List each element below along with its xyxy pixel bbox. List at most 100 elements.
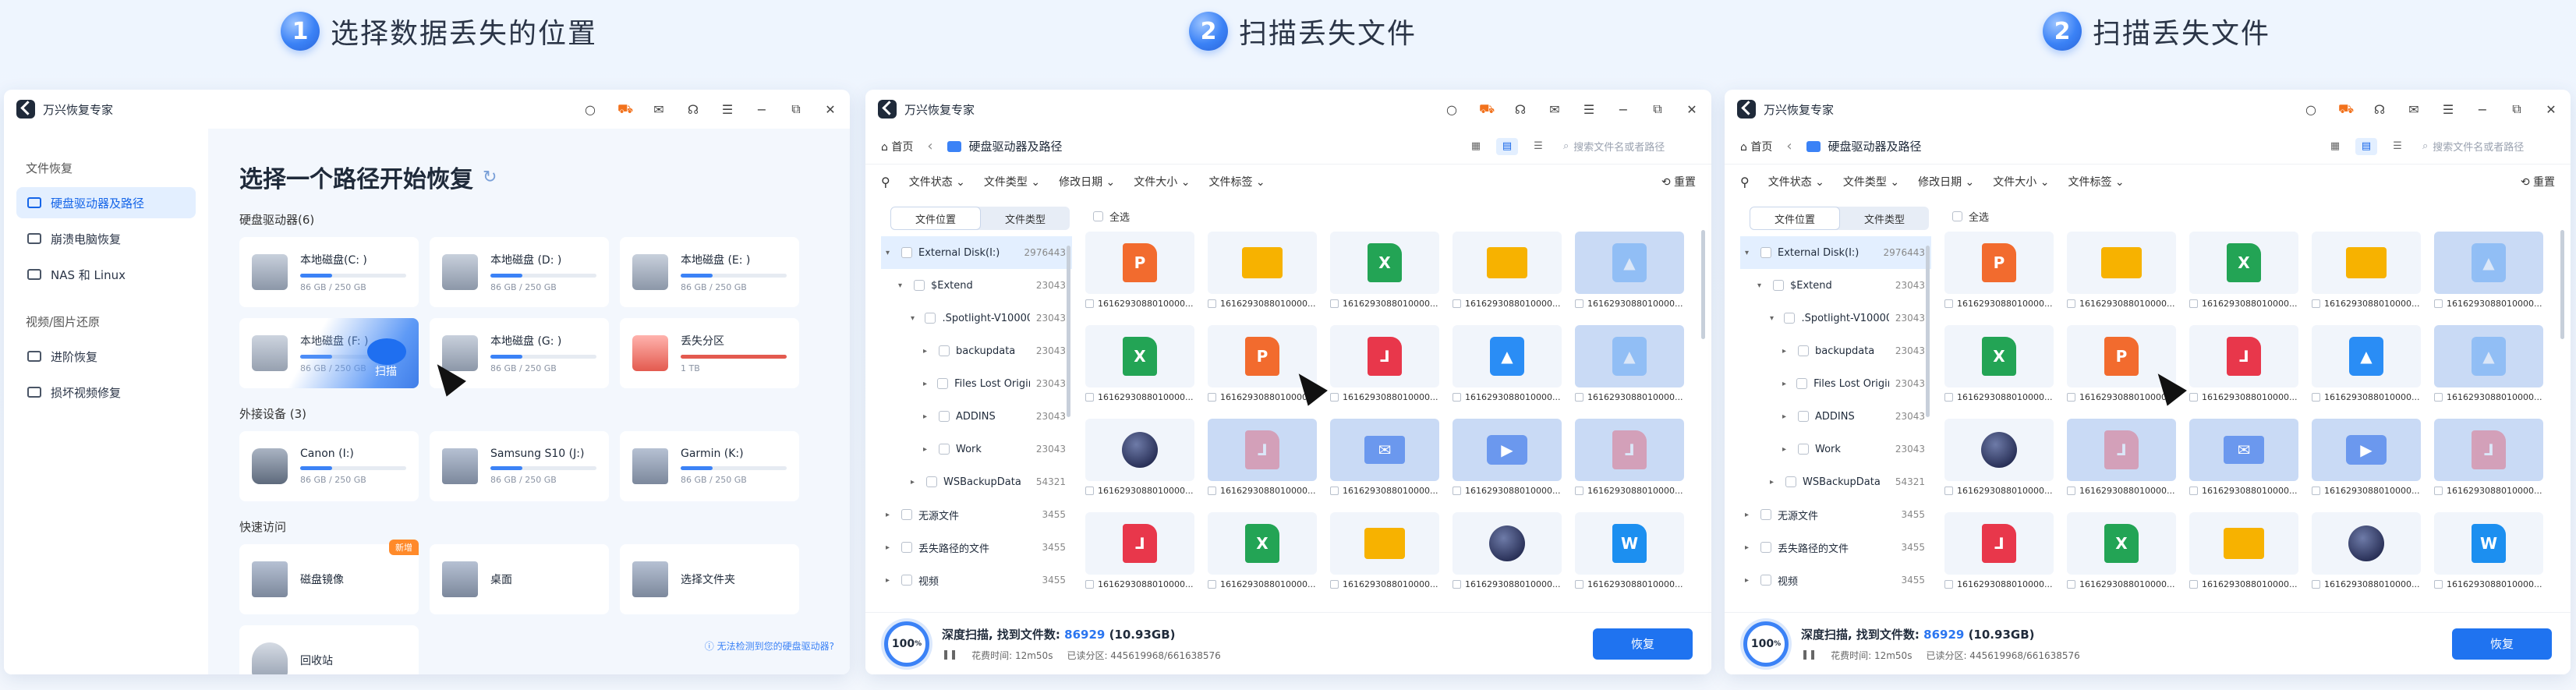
checkbox[interactable] (1796, 378, 1808, 389)
file-item[interactable]: P 1616293088010000... (1208, 325, 1317, 412)
checkbox[interactable] (1208, 393, 1216, 402)
file-item[interactable]: ▲ 1616293088010000... (1575, 232, 1684, 319)
tree-row[interactable]: ▾ $Extend 23043 (881, 269, 1072, 302)
file-item[interactable]: ✉ 1616293088010000... (2189, 419, 2298, 506)
tree-row[interactable]: ▸ 丢失路径的文件 3455 (881, 531, 1072, 564)
checkbox[interactable] (925, 313, 936, 324)
file-item[interactable]: ⅃ 1616293088010000... (1085, 512, 1194, 600)
checkbox[interactable] (1760, 247, 1771, 258)
tree-row[interactable]: ▸ ADDINS 23043 (881, 400, 1072, 433)
checkbox[interactable] (2189, 299, 2198, 308)
restore-icon[interactable]: ⧉ (789, 101, 803, 117)
checkbox[interactable] (1773, 280, 1784, 291)
file-item[interactable]: W 1616293088010000... (2434, 512, 2543, 600)
file-scrollbar[interactable] (2560, 230, 2564, 339)
checkbox[interactable] (1208, 487, 1216, 495)
home-button[interactable]: ⌂ 首页 (881, 139, 913, 154)
checkbox[interactable] (2189, 580, 2198, 589)
checkbox[interactable] (901, 509, 912, 520)
notification-icon[interactable]: ○ (583, 102, 597, 117)
recover-button[interactable]: 恢复 (1593, 628, 1693, 660)
file-thumbnail[interactable]: ⅃ (1085, 512, 1194, 575)
checkbox[interactable] (2434, 580, 2443, 589)
mail-icon[interactable]: ✉ (2407, 102, 2421, 117)
tab-file-type[interactable]: 文件类型 (981, 207, 1070, 230)
expand-icon[interactable]: ▸ (1745, 543, 1754, 552)
file-item[interactable]: ▲ 1616293088010000... (2434, 325, 2543, 412)
mail-icon[interactable]: ✉ (652, 102, 666, 117)
menu-icon[interactable]: ☰ (720, 102, 734, 117)
checkbox[interactable] (1085, 393, 1094, 402)
tree-row[interactable]: ▸ Files Lost Origin... 23043 (881, 367, 1072, 400)
close-icon[interactable]: ✕ (2544, 102, 2558, 117)
checkbox[interactable] (1944, 299, 1953, 308)
file-thumbnail[interactable]: ▲ (2312, 325, 2421, 387)
tree-scrollbar[interactable] (1067, 246, 1070, 417)
expand-icon[interactable]: ▸ (911, 478, 920, 487)
checkbox[interactable] (939, 444, 950, 455)
select-all-checkbox[interactable]: 全选 (1952, 207, 2564, 225)
file-item[interactable]: ▲ 1616293088010000... (1575, 325, 1684, 412)
checkbox[interactable] (2312, 299, 2320, 308)
minimize-icon[interactable]: − (1616, 102, 1630, 117)
drive-card[interactable]: 本地磁盘 (F: )86 GB / 250 GB扫描 (239, 318, 419, 388)
tree-scrollbar[interactable] (1926, 246, 1930, 417)
tree-row[interactable]: ▸ backupdata 23043 (1740, 334, 1931, 367)
checkbox[interactable] (2067, 487, 2075, 495)
file-item[interactable]: 1616293088010000... (1085, 419, 1194, 506)
file-item[interactable]: 1616293088010000... (2067, 232, 2176, 319)
checkbox[interactable] (1453, 299, 1461, 308)
expand-icon[interactable]: ▸ (923, 347, 932, 356)
file-item[interactable]: P 1616293088010000... (2067, 325, 2176, 412)
file-thumbnail[interactable]: ✉ (1330, 419, 1439, 481)
file-thumbnail[interactable]: ▲ (1453, 325, 1562, 387)
checkbox[interactable] (926, 476, 937, 487)
file-thumbnail[interactable] (2312, 512, 2421, 575)
file-item[interactable]: ⅃ 1616293088010000... (1208, 419, 1317, 506)
file-thumbnail[interactable]: ⅃ (1330, 325, 1439, 387)
file-item[interactable]: X 1616293088010000... (1208, 512, 1317, 600)
quick-card[interactable]: 磁盘镜像 新增 (239, 540, 419, 614)
tree-row[interactable]: ▸ 无源文件 3455 (1740, 498, 1931, 531)
file-item[interactable]: ⅃ 1616293088010000... (1944, 512, 2054, 600)
checkbox[interactable] (2312, 580, 2320, 589)
back-icon[interactable]: ‹ (927, 138, 932, 154)
file-thumbnail[interactable]: P (1944, 232, 2054, 294)
file-thumbnail[interactable]: ▶ (1453, 419, 1562, 481)
checkbox[interactable] (1085, 487, 1094, 495)
file-item[interactable]: ⅃ 1616293088010000... (1575, 419, 1684, 506)
file-thumbnail[interactable]: P (1085, 232, 1194, 294)
grid-view-icon[interactable]: ▦ (2324, 138, 2346, 155)
support-icon[interactable]: ☊ (686, 102, 700, 117)
checkbox[interactable] (1798, 444, 1809, 455)
file-item[interactable]: X 1616293088010000... (2067, 512, 2176, 600)
filter-size[interactable]: 文件大小 ⌄ (1993, 174, 2049, 189)
tree-row[interactable]: ▾ .Spotlight-V10000... 23043 (1740, 302, 1931, 334)
file-thumbnail[interactable] (1453, 232, 1562, 294)
file-thumbnail[interactable]: ▲ (1575, 325, 1684, 387)
file-item[interactable]: P 1616293088010000... (1944, 232, 2054, 319)
ext-card[interactable]: Samsung S10 (J:) 86 GB / 250 GB (430, 431, 609, 501)
minimize-icon[interactable]: − (2475, 102, 2489, 117)
filter-type[interactable]: 文件类型 ⌄ (984, 174, 1040, 189)
file-item[interactable]: X 1616293088010000... (2189, 232, 2298, 319)
file-item[interactable]: 1616293088010000... (2312, 232, 2421, 319)
expand-icon[interactable]: ▸ (886, 576, 895, 585)
quick-card[interactable]: 回收站 (239, 625, 419, 674)
restore-icon[interactable]: ⧉ (1651, 101, 1665, 117)
checkbox[interactable] (939, 411, 950, 422)
tree-row[interactable]: ▸ Files Lost Origin... 23043 (1740, 367, 1931, 400)
checkbox[interactable] (914, 280, 925, 291)
file-thumbnail[interactable] (1453, 512, 1562, 575)
tree-row[interactable]: ▾ External Disk(I:) 2976443 (1740, 236, 1931, 269)
tree-row[interactable]: ▸ backupdata 23043 (881, 334, 1072, 367)
expand-icon[interactable]: ▸ (923, 412, 932, 421)
file-thumbnail[interactable]: X (2189, 232, 2298, 294)
file-item[interactable]: ▶ 1616293088010000... (2312, 419, 2421, 506)
file-item[interactable]: X 1616293088010000... (1085, 325, 1194, 412)
file-thumbnail[interactable]: X (1085, 325, 1194, 387)
checkbox[interactable] (1453, 487, 1461, 495)
checkbox[interactable] (1085, 299, 1094, 308)
support-icon[interactable]: ☊ (1513, 102, 1527, 117)
expand-icon[interactable]: ▸ (886, 511, 895, 519)
